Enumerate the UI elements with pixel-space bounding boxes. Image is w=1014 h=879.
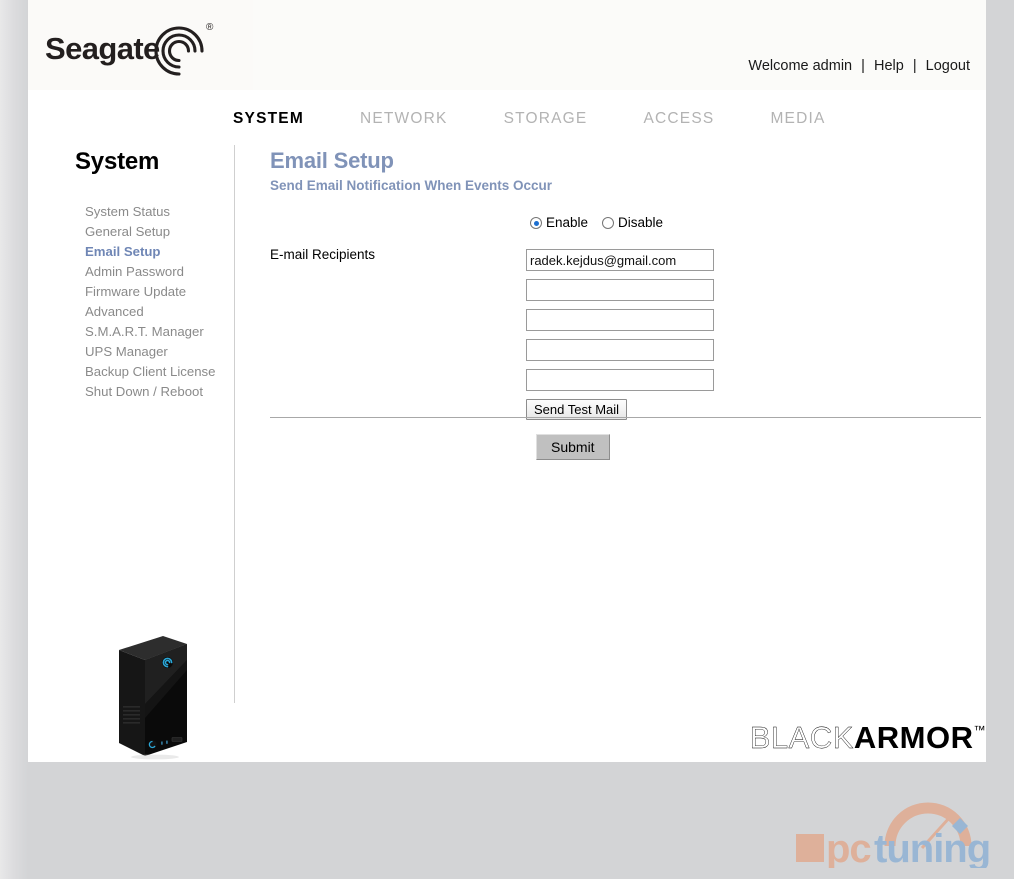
blackarmor-logo: BLACKARMOR™ bbox=[750, 720, 986, 756]
trademark-icon: ™ bbox=[973, 723, 986, 737]
nav-tab-media[interactable]: MEDIA bbox=[770, 110, 825, 128]
sidebar: System System Status General Setup Email… bbox=[28, 140, 234, 706]
welcome-text: Welcome admin bbox=[748, 58, 853, 74]
header-separator-1: | bbox=[861, 58, 865, 74]
recipient-input-1[interactable] bbox=[526, 249, 714, 271]
radio-disable-indicator-icon[interactable] bbox=[602, 217, 615, 229]
site-header: Seagate ® Welcome admin | Help | Logout bbox=[28, 0, 986, 90]
blackarmor-logo-black: BLACK bbox=[749, 720, 854, 755]
sidebar-item-backup-client-license[interactable]: Backup Client License bbox=[85, 362, 235, 382]
svg-text:pc: pc bbox=[826, 827, 871, 868]
radio-enable[interactable]: Enable bbox=[530, 216, 588, 230]
page-subtitle: Send Email Notification When Events Occu… bbox=[270, 178, 553, 193]
header-separator-2: | bbox=[912, 58, 917, 74]
nav-tab-storage[interactable]: STORAGE bbox=[504, 110, 588, 128]
nav-tab-network[interactable]: NETWORK bbox=[360, 110, 448, 128]
sidebar-menu: System Status General Setup Email Setup … bbox=[85, 202, 235, 402]
recipient-input-2[interactable] bbox=[526, 279, 714, 301]
sidebar-item-advanced[interactable]: Advanced bbox=[85, 302, 235, 322]
sidebar-item-general-setup[interactable]: General Setup bbox=[85, 222, 235, 242]
page-body: Seagate ® Welcome admin | Help | Logout bbox=[28, 0, 986, 762]
recipient-input-5[interactable] bbox=[526, 369, 714, 391]
enable-disable-radio-group: Enable Disable bbox=[530, 216, 663, 230]
pctuning-watermark: pc tuning bbox=[796, 802, 991, 868]
radio-disable[interactable]: Disable bbox=[602, 216, 663, 230]
nav-tab-system[interactable]: SYSTEM bbox=[233, 110, 304, 128]
radio-enable-indicator-icon[interactable] bbox=[530, 217, 542, 229]
sidebar-item-admin-password[interactable]: Admin Password bbox=[85, 262, 235, 282]
recipient-input-3[interactable] bbox=[526, 309, 714, 331]
sidebar-item-smart-manager[interactable]: S.M.A.R.T. Manager bbox=[85, 322, 235, 342]
main-content: Email Setup Send Email Notification When… bbox=[270, 148, 986, 460]
sidebar-item-shut-down-reboot[interactable]: Shut Down / Reboot bbox=[85, 382, 235, 402]
sidebar-item-email-setup[interactable]: Email Setup bbox=[85, 242, 235, 262]
logout-link[interactable]: Logout bbox=[926, 58, 970, 74]
radio-enable-label: Enable bbox=[546, 215, 589, 230]
recipients-label: E-mail Recipients bbox=[270, 247, 376, 262]
sidebar-title: System bbox=[75, 148, 160, 175]
recipient-input-4[interactable] bbox=[526, 339, 714, 361]
nas-device-image bbox=[119, 636, 187, 760]
help-link[interactable]: Help bbox=[874, 58, 904, 74]
sidebar-item-firmware-update[interactable]: Firmware Update bbox=[85, 282, 235, 302]
seagate-swirl-icon bbox=[154, 26, 204, 76]
header-links: Welcome admin | Help | Logout bbox=[748, 58, 970, 74]
sidebar-item-system-status[interactable]: System Status bbox=[85, 202, 235, 222]
seagate-logo-plate: Seagate ® bbox=[28, 0, 253, 90]
primary-navigation: SYSTEM NETWORK STORAGE ACCESS MEDIA bbox=[28, 90, 986, 145]
submit-button[interactable]: Submit bbox=[536, 434, 610, 460]
recipients-fields: Send Test Mail bbox=[526, 249, 714, 420]
seagate-wordmark: Seagate bbox=[45, 31, 160, 66]
nav-tab-access[interactable]: ACCESS bbox=[643, 110, 714, 128]
svg-text:tuning: tuning bbox=[874, 827, 990, 868]
outer-frame: Seagate ® Welcome admin | Help | Logout bbox=[0, 0, 1014, 879]
registered-trademark-icon: ® bbox=[206, 22, 214, 33]
blackarmor-logo-armor: ARMOR bbox=[853, 720, 974, 755]
sidebar-divider bbox=[234, 145, 235, 703]
section-divider bbox=[270, 417, 981, 418]
sidebar-item-ups-manager[interactable]: UPS Manager bbox=[85, 342, 235, 362]
page-title: Email Setup bbox=[270, 148, 394, 173]
radio-disable-label: Disable bbox=[618, 215, 664, 230]
